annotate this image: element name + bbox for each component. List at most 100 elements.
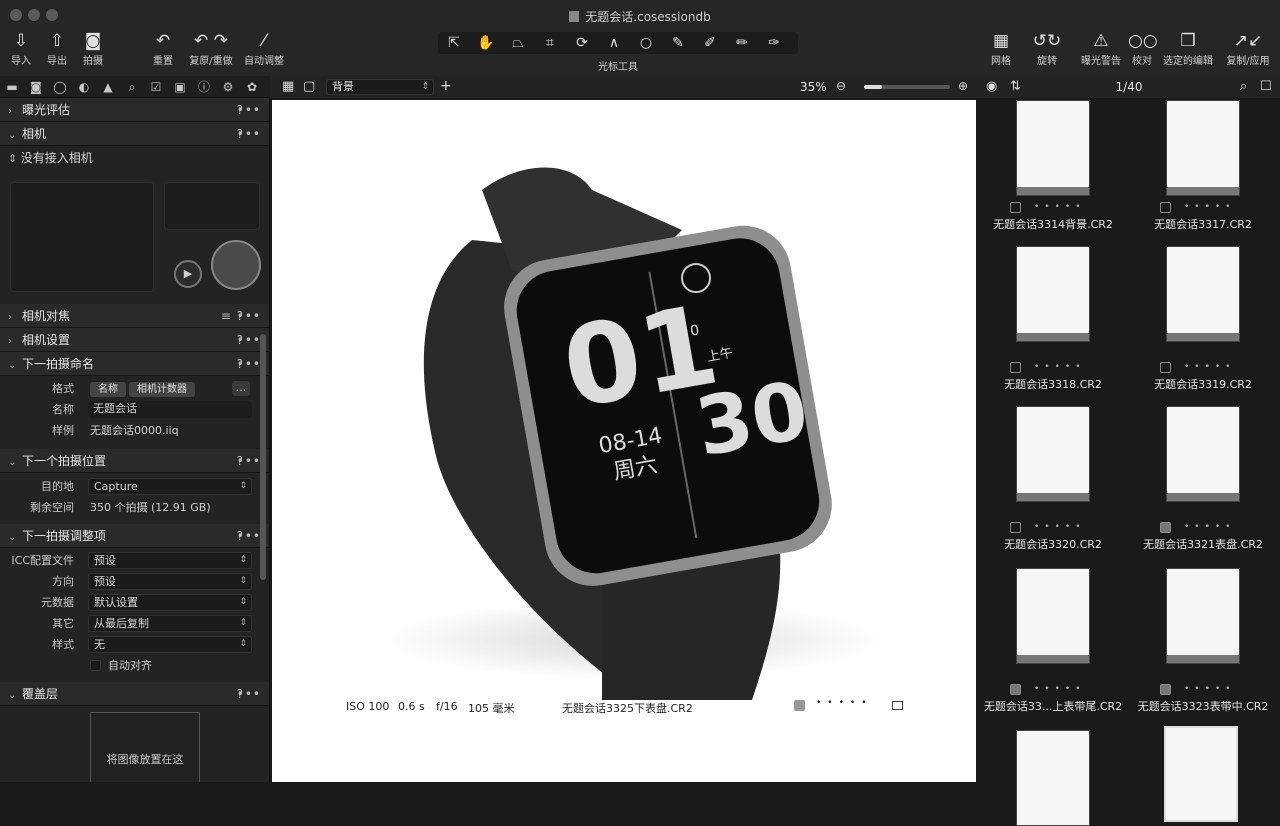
proof-button[interactable]: ○○ 校对 — [1128, 30, 1158, 67]
color-tab-icon[interactable]: ◯ — [48, 76, 72, 98]
variant-icon[interactable] — [892, 701, 903, 710]
crop-tool-icon[interactable]: ⌗ — [534, 32, 566, 54]
more-icon[interactable]: ••• — [237, 352, 261, 376]
thumbnail[interactable] — [1166, 568, 1240, 664]
import-button[interactable]: ⇩ 导入 — [8, 30, 34, 67]
overlay-drop-zone[interactable]: 将图像放置在这 — [90, 712, 200, 782]
settings-tab-icon[interactable]: ⚙ — [216, 76, 240, 98]
next-adjust-header[interactable]: ⌄ 下一拍摄调整项? ••• — [0, 524, 269, 548]
camera-header[interactable]: ⌄ 相机? ••• — [0, 122, 269, 146]
thumbnail-color-tag[interactable] — [1010, 684, 1021, 695]
next-location-header[interactable]: ⌄ 下一个拍摄位置? ••• — [0, 449, 269, 473]
rating-dots[interactable]: ••••• — [1034, 202, 1086, 212]
thumbnail[interactable] — [1166, 246, 1240, 342]
add-icon[interactable]: + — [440, 78, 452, 94]
color-tag-box[interactable] — [794, 700, 805, 711]
thumbnail-checkbox[interactable] — [1010, 522, 1021, 533]
circle-tool-icon[interactable]: ○ — [630, 32, 662, 54]
lens-tab-icon[interactable]: ◐ — [72, 76, 96, 98]
capture-tab-icon[interactable]: ◙ — [24, 76, 48, 98]
thumbnail[interactable] — [1166, 406, 1240, 502]
more-icon[interactable]: ••• — [237, 682, 261, 706]
keystone-tool-icon[interactable]: ⏢ — [502, 32, 534, 54]
thumbnail-color-tag[interactable] — [1160, 522, 1171, 533]
rating-dots[interactable]: ••••• — [1034, 684, 1086, 694]
output-tab-icon[interactable]: ▣ — [168, 76, 192, 98]
more-icon[interactable]: ≡ ••• — [221, 304, 261, 328]
search-icon[interactable]: ⌕ — [1240, 79, 1247, 94]
multi-view-icon[interactable]: ▦ — [282, 79, 294, 94]
thumbnail-selected[interactable] — [1164, 726, 1238, 822]
auto-align-checkbox[interactable] — [90, 660, 101, 671]
select-tool-icon[interactable]: ⇱ — [438, 32, 470, 54]
rating-dots[interactable]: ••••• — [1184, 522, 1236, 532]
detail-tab-icon[interactable]: ⌕ — [120, 76, 144, 98]
folder-tab-icon[interactable]: ▬ — [0, 76, 24, 98]
info-tab-icon[interactable]: ⓘ — [192, 76, 216, 98]
format-edit-button[interactable]: … — [232, 381, 250, 396]
camera-focus-header[interactable]: › 相机对焦? ≡ ••• — [0, 304, 269, 328]
camera-select[interactable]: ⇕ 没有接入相机 — [0, 146, 269, 176]
plugins-tab-icon[interactable]: ✿ — [240, 76, 264, 98]
straighten-tool-icon[interactable]: ∧ — [598, 32, 630, 54]
zoom-slider[interactable] — [864, 85, 950, 89]
icc-select[interactable]: 预设 ⇕ — [88, 552, 252, 569]
destination-select[interactable]: Capture ⇕ — [88, 478, 252, 495]
rating-dots[interactable]: ••••• — [1184, 202, 1236, 212]
next-naming-header[interactable]: ⌄ 下一拍摄命名? ••• — [0, 352, 269, 376]
thumbnail[interactable] — [1016, 100, 1090, 196]
thumbnail-checkbox[interactable] — [1160, 202, 1171, 213]
thumbnail-checkbox[interactable] — [1010, 202, 1021, 213]
orientation-select[interactable]: 预设 ⇕ — [88, 573, 252, 590]
metadata-select[interactable]: 默认设置 ⇕ — [88, 594, 252, 611]
picker-tool-icon[interactable]: ✐ — [694, 32, 726, 54]
thumbnail[interactable] — [1166, 100, 1240, 196]
more-icon[interactable]: ••• — [237, 328, 261, 352]
thumbnail-checkbox[interactable] — [1010, 362, 1021, 373]
single-view-icon[interactable]: ▢ — [303, 79, 315, 94]
browser-menu-icon[interactable]: ☐ — [1260, 79, 1272, 94]
exposure-tab-icon[interactable]: ▲ — [96, 76, 120, 98]
zoom-in-icon[interactable]: ⊕ — [958, 79, 968, 93]
exposure-eval-header[interactable]: › 曝光评估? ••• — [0, 98, 269, 122]
thumbnail-color-tag[interactable] — [1160, 684, 1171, 695]
overlay-header[interactable]: ⌄ 覆盖层? ••• — [0, 682, 269, 706]
name-field[interactable]: 无题会话 — [88, 401, 252, 418]
thumbnail[interactable] — [1016, 730, 1090, 826]
camera-settings-header[interactable]: › 相机设置? ••• — [0, 328, 269, 352]
other-select[interactable]: 从最后复制 ⇕ — [88, 615, 252, 632]
brush-tool-icon[interactable]: ✎ — [662, 32, 694, 54]
zoom-out-icon[interactable]: ⊖ — [836, 79, 846, 93]
rating-dots[interactable]: ••••• — [1184, 684, 1236, 694]
thumbnail-checkbox[interactable] — [1160, 362, 1171, 373]
thumbnail[interactable] — [1016, 246, 1090, 342]
edit-selected-button[interactable]: ❐ 选定的编辑 — [1160, 30, 1216, 67]
thumbnail[interactable] — [1016, 568, 1090, 664]
copy-apply-button[interactable]: ↗↙ 复制/应用 — [1222, 30, 1274, 67]
grid-button[interactable]: ▦ 网格 — [988, 30, 1014, 67]
format-tokens[interactable]: 名称 相机计数器 — [90, 378, 198, 399]
image-canvas[interactable]: 01 30 08-14 周六 0 上午 — [272, 100, 976, 782]
undo-redo-button[interactable]: ↶ ↷ 复原/重做 — [186, 30, 236, 67]
erase-tool-icon[interactable]: ✑ — [758, 32, 790, 54]
more-icon[interactable]: ••• — [237, 449, 261, 473]
style-select[interactable]: 无 ⇕ — [88, 636, 252, 653]
rating-dots[interactable]: ••••• — [1034, 522, 1086, 532]
exposure-warning-button[interactable]: ⚠ 曝光警告 — [1078, 30, 1124, 67]
gradient-tool-icon[interactable]: ✏ — [726, 32, 758, 54]
more-icon[interactable]: ••• — [237, 122, 261, 146]
rating-dots[interactable]: ••••• — [816, 698, 873, 708]
background-select[interactable]: 背景 ⇕ — [326, 79, 434, 95]
rating-dots[interactable]: ••••• — [1184, 362, 1236, 372]
video-camera-icon[interactable]: ▶ — [174, 260, 202, 288]
more-icon[interactable]: ••• — [237, 98, 261, 122]
thumbnail[interactable] — [1016, 406, 1090, 502]
rating-dots[interactable]: ••••• — [1034, 362, 1086, 372]
metadata-tab-icon[interactable]: ☑ — [144, 76, 168, 98]
export-button[interactable]: ⇧ 导出 — [44, 30, 70, 67]
capture-shutter-button[interactable] — [211, 240, 261, 290]
reset-button[interactable]: ↶ 重置 — [150, 30, 176, 67]
rotate-button[interactable]: ↺↻ 旋转 — [1030, 30, 1064, 67]
pan-tool-icon[interactable]: ✋ — [470, 32, 502, 54]
rotate-tool-icon[interactable]: ⟳ — [566, 32, 598, 54]
